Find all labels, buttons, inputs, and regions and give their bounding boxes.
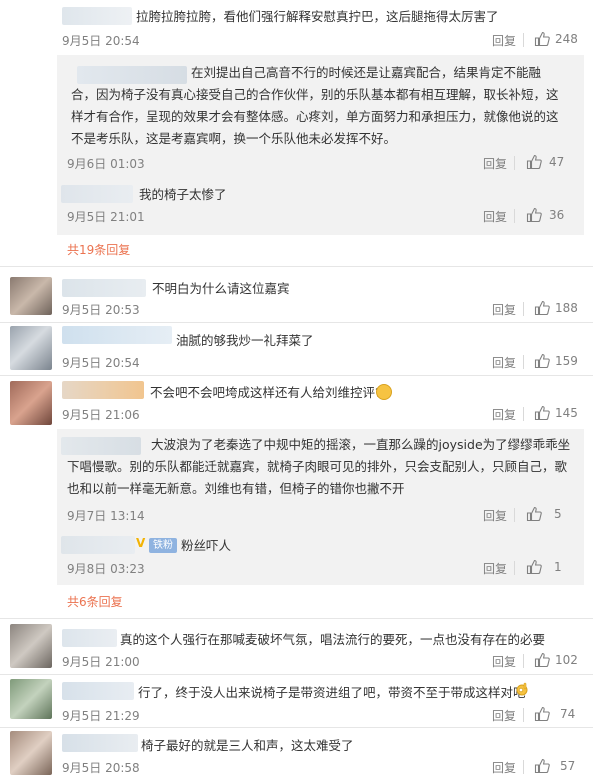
like-count: 36 bbox=[549, 208, 565, 222]
comment-time: 9月5日 21:29 bbox=[62, 709, 140, 723]
comment-text: 椅子最好的就是三人和声，这太难受了 bbox=[141, 738, 354, 753]
comment-time: 9月5日 20:54 bbox=[62, 34, 140, 48]
comment-text: 行了，终于没人出来说椅子是带资进组了吧，带资不至于带成这样对吧 bbox=[138, 685, 526, 700]
comment-text: 拉胯拉胯拉胯，看他们强行解释安慰真拧巴，这后腿拖得太厉害了 bbox=[136, 9, 499, 24]
reply-button[interactable]: 回复 bbox=[492, 354, 516, 371]
reply-time: 9月8日 03:23 bbox=[67, 562, 145, 576]
divider bbox=[523, 407, 524, 421]
divider bbox=[514, 156, 515, 170]
divider bbox=[0, 375, 593, 376]
divider bbox=[523, 302, 524, 316]
reply-button[interactable]: 回复 bbox=[492, 301, 516, 318]
avatar[interactable] bbox=[10, 624, 52, 668]
thumb-up-icon[interactable] bbox=[534, 353, 550, 369]
reply-time: 9月7日 13:14 bbox=[67, 509, 145, 523]
like-count: 145 bbox=[555, 406, 578, 420]
thumb-up-icon[interactable] bbox=[534, 758, 550, 774]
like-count: 74 bbox=[560, 707, 576, 721]
reply-text: 大波浪为了老秦选了中规中矩的摇滚，一直那么躁的joyside为了缪缪乖乖坐下唱慢… bbox=[67, 437, 571, 496]
reply-button[interactable]: 回复 bbox=[492, 759, 516, 776]
reply-button[interactable]: 回复 bbox=[492, 32, 516, 49]
emoji-face-icon bbox=[376, 384, 392, 400]
reply-button[interactable]: 回复 bbox=[483, 208, 507, 225]
reply-button[interactable]: 回复 bbox=[492, 406, 516, 423]
like-count: 57 bbox=[560, 759, 576, 773]
more-replies-link[interactable]: 共19条回复 bbox=[67, 241, 130, 258]
reply-time: 9月5日 21:01 bbox=[67, 210, 145, 224]
like-count: 248 bbox=[555, 32, 578, 46]
username-blurred[interactable] bbox=[62, 734, 138, 752]
reply-button[interactable]: 回复 bbox=[483, 560, 507, 577]
comment-time: 9月5日 20:53 bbox=[62, 303, 140, 317]
like-count: 5 bbox=[554, 507, 562, 521]
username-blurred[interactable] bbox=[62, 7, 132, 25]
thumb-up-icon[interactable] bbox=[534, 652, 550, 668]
username-blurred[interactable] bbox=[62, 381, 144, 399]
like-count: 1 bbox=[554, 560, 562, 574]
thumb-up-icon[interactable] bbox=[534, 31, 550, 47]
reply-button[interactable]: 回复 bbox=[483, 155, 507, 172]
divider bbox=[523, 33, 524, 47]
thumb-up-icon[interactable] bbox=[534, 300, 550, 316]
v-badge-icon: V bbox=[136, 536, 146, 550]
reply-text: 在刘提出自己高音不行的时候还是让嘉宾配合，结果肯定不能融合，因为椅子没有真心接受… bbox=[71, 65, 559, 146]
thumb-up-icon[interactable] bbox=[526, 154, 542, 170]
comment-time: 9月5日 20:58 bbox=[62, 761, 140, 775]
fan-badge: 铁粉 bbox=[149, 538, 177, 553]
reply-text: 粉丝吓人 bbox=[181, 538, 232, 553]
thumb-up-icon[interactable] bbox=[526, 559, 542, 575]
reply-box: 大波浪为了老秦选了中规中矩的摇滚，一直那么躁的joyside为了缪缪乖乖坐下唱慢… bbox=[57, 429, 584, 585]
thumb-up-icon[interactable] bbox=[534, 706, 550, 722]
username-blurred[interactable] bbox=[61, 536, 135, 554]
comment-text: 油腻的够我炒一礼拜菜了 bbox=[176, 333, 314, 348]
divider bbox=[514, 508, 515, 522]
username-blurred[interactable] bbox=[62, 682, 134, 700]
divider bbox=[523, 708, 524, 722]
thumb-up-icon[interactable] bbox=[534, 405, 550, 421]
username-blurred[interactable] bbox=[62, 629, 117, 647]
avatar[interactable] bbox=[10, 277, 52, 315]
divider bbox=[523, 355, 524, 369]
reply-text: 我的椅子太惨了 bbox=[139, 187, 227, 202]
comment-time: 9月5日 21:06 bbox=[62, 408, 140, 422]
like-count: 188 bbox=[555, 301, 578, 315]
divider bbox=[514, 209, 515, 223]
username-blurred[interactable] bbox=[61, 185, 133, 203]
username-blurred[interactable] bbox=[62, 326, 172, 344]
divider bbox=[514, 561, 515, 575]
like-count: 102 bbox=[555, 653, 578, 667]
avatar[interactable] bbox=[10, 679, 52, 719]
comment-time: 9月5日 21:00 bbox=[62, 655, 140, 669]
ok-hand-icon bbox=[516, 682, 528, 696]
comment-text: 真的这个人强行在那喊麦破坏气氛，唱法流行的要死，一点也没有存在的必要 bbox=[120, 632, 546, 647]
like-count: 159 bbox=[555, 354, 578, 368]
reply-button[interactable]: 回复 bbox=[483, 507, 507, 524]
like-count: 47 bbox=[549, 155, 565, 169]
divider bbox=[523, 654, 524, 668]
divider bbox=[0, 674, 593, 675]
thumb-up-icon[interactable] bbox=[526, 207, 542, 223]
comment-text: 不会吧不会吧垮成这样还有人给刘维控评? bbox=[150, 385, 382, 400]
divider bbox=[523, 760, 524, 774]
reply-button[interactable]: 回复 bbox=[492, 707, 516, 724]
comment-time: 9月5日 20:54 bbox=[62, 356, 140, 370]
divider bbox=[0, 618, 593, 619]
comment-text: 不明白为什么请这位嘉宾 bbox=[152, 281, 290, 296]
reply-button[interactable]: 回复 bbox=[492, 653, 516, 670]
avatar[interactable] bbox=[10, 326, 52, 370]
divider bbox=[0, 727, 593, 728]
reply-box: 在刘提出自己高音不行的时候还是让嘉宾配合，结果肯定不能融合，因为椅子没有真心接受… bbox=[57, 55, 584, 235]
reply-time: 9月6日 01:03 bbox=[67, 157, 145, 171]
divider bbox=[0, 266, 593, 267]
thumb-up-icon[interactable] bbox=[526, 506, 542, 522]
avatar[interactable] bbox=[10, 731, 52, 775]
avatar[interactable] bbox=[10, 381, 52, 425]
more-replies-link[interactable]: 共6条回复 bbox=[67, 593, 123, 610]
username-blurred[interactable] bbox=[62, 279, 146, 297]
divider bbox=[0, 322, 593, 323]
